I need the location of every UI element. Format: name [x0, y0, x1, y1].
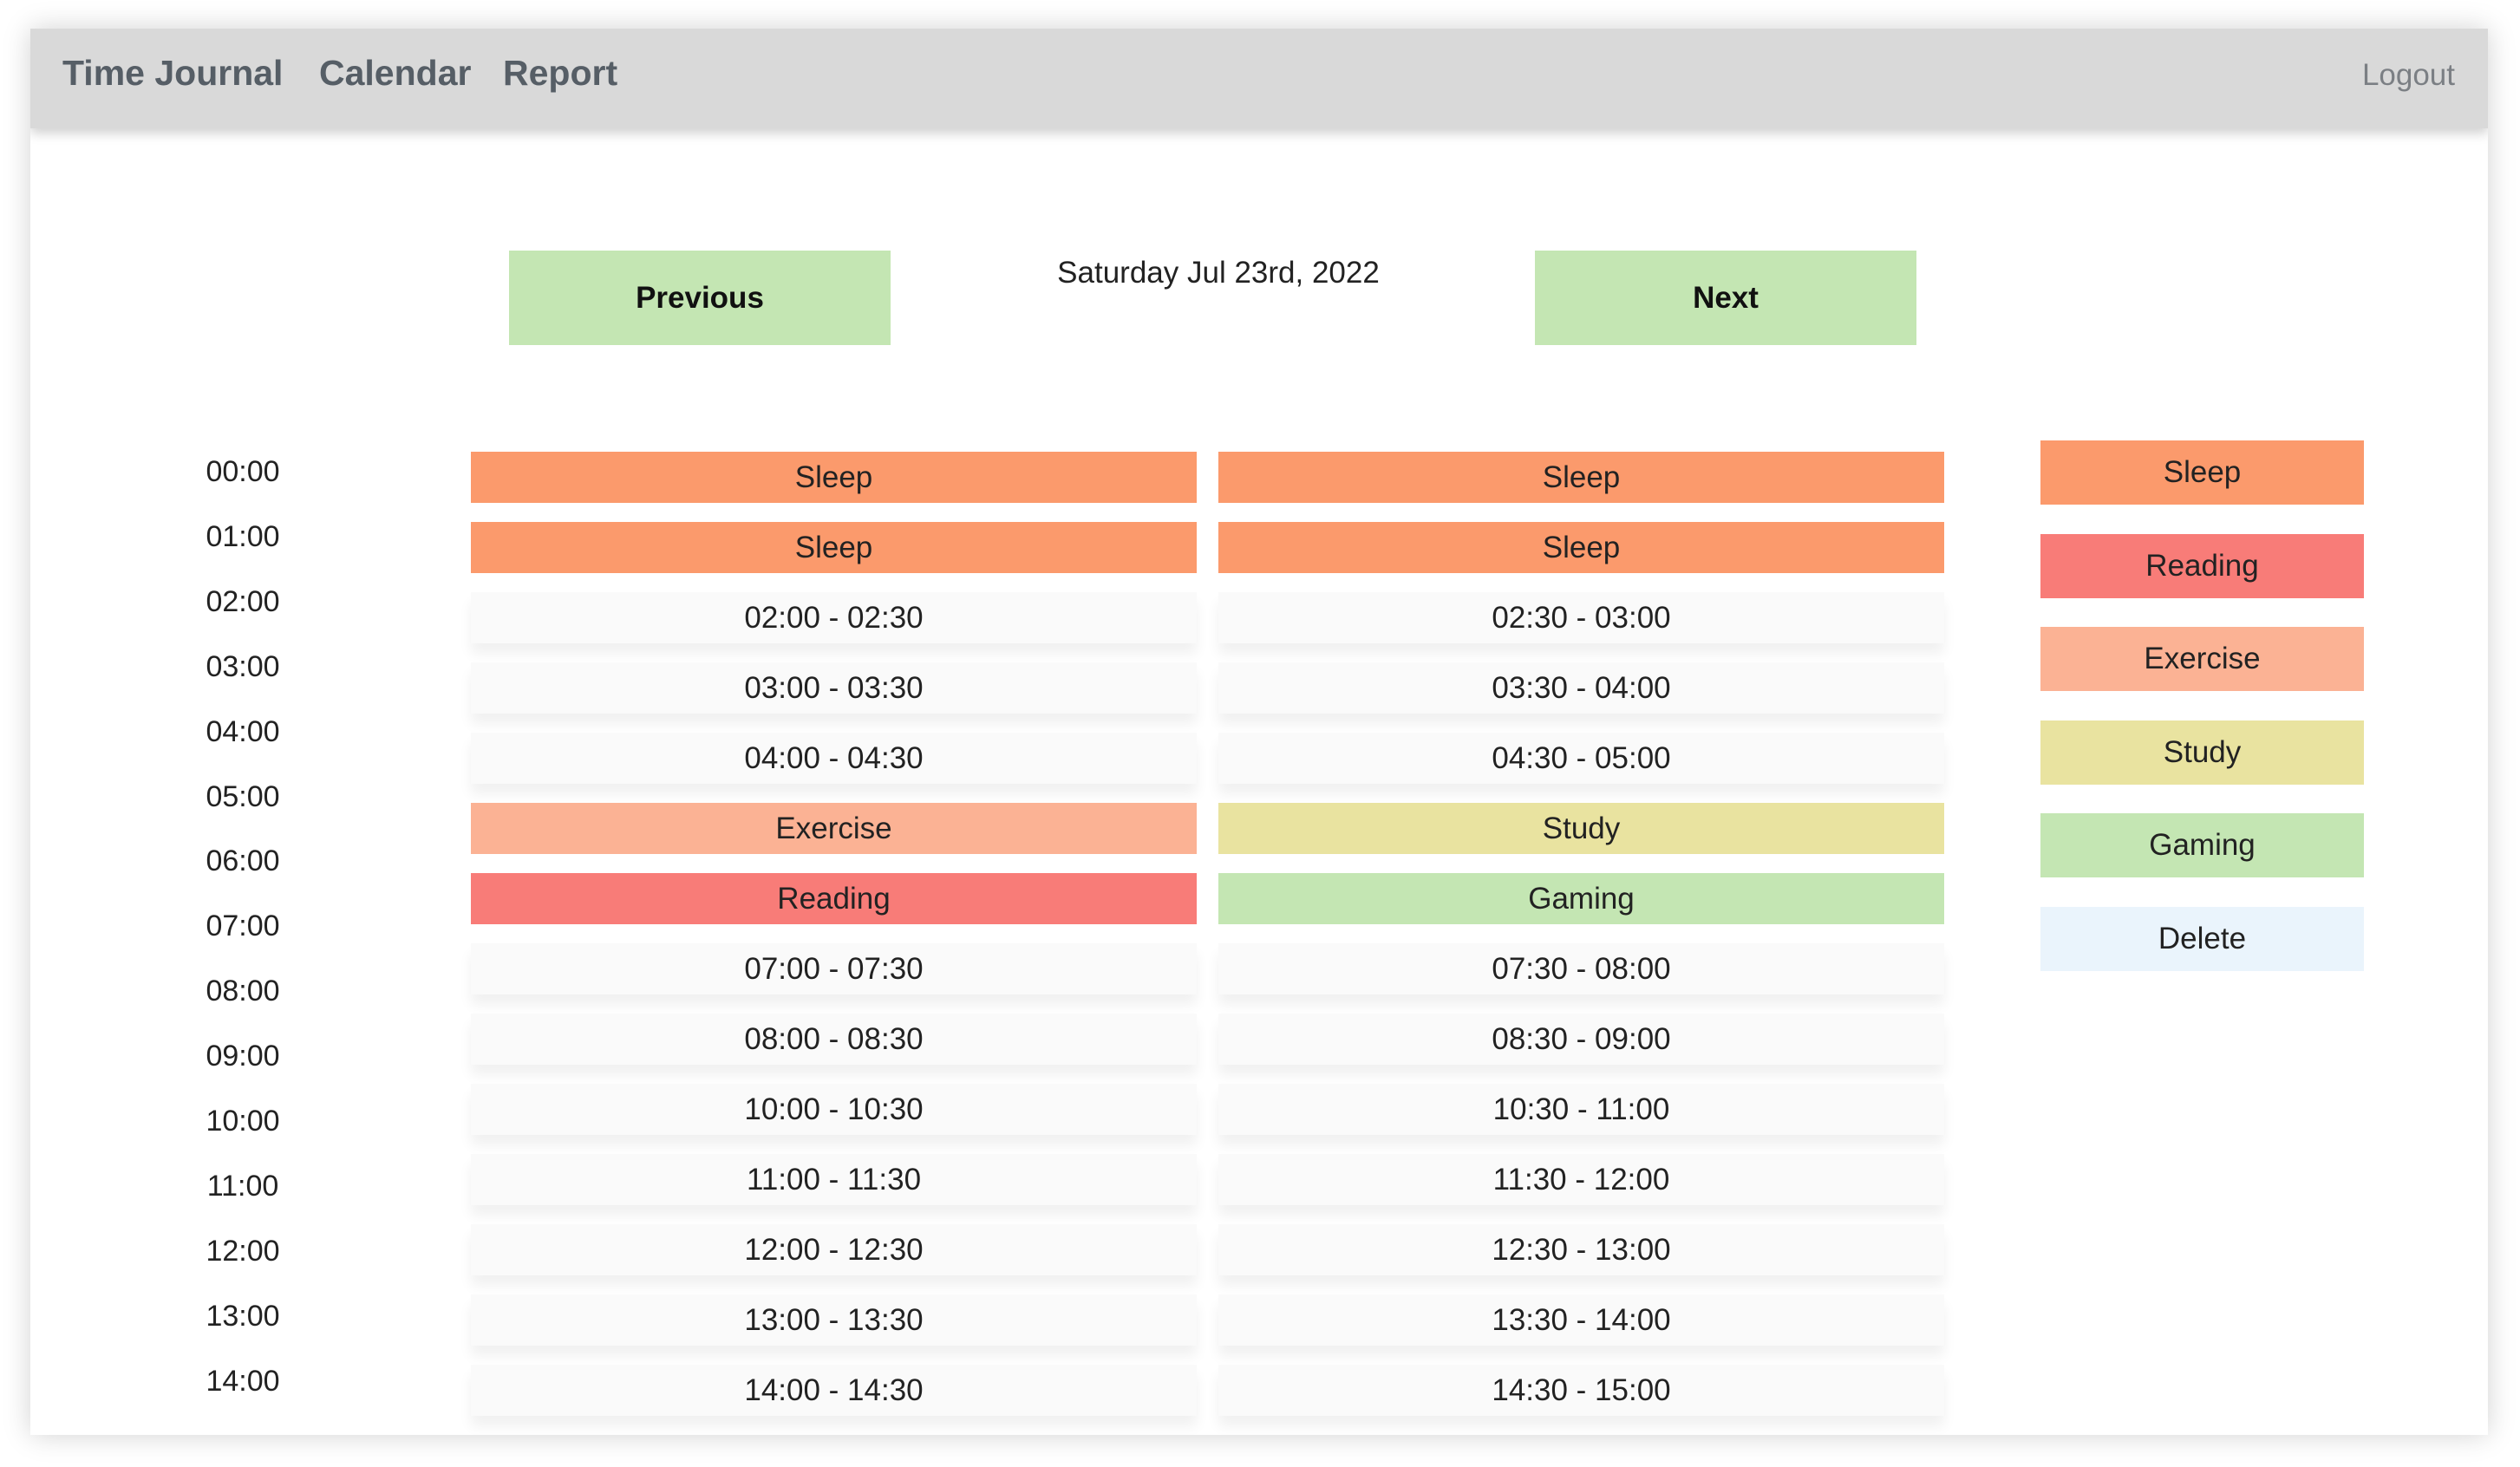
legend-delete-button[interactable]: Delete [2040, 906, 2364, 971]
empty-time-slot[interactable]: 14:00 - 14:30 [471, 1365, 1197, 1416]
empty-time-slot[interactable]: 02:00 - 02:30 [471, 592, 1197, 643]
nav-time-journal[interactable]: Time Journal [62, 53, 283, 94]
empty-time-slot[interactable]: 03:30 - 04:00 [1218, 662, 1944, 714]
activity-slot[interactable]: Sleep [1218, 452, 1944, 503]
empty-time-slot[interactable]: 14:30 - 15:00 [1218, 1365, 1944, 1416]
empty-time-slot[interactable]: 07:00 - 07:30 [471, 943, 1197, 994]
legend-exercise-button[interactable]: Exercise [2040, 627, 2364, 691]
activity-slot[interactable]: Reading [471, 873, 1197, 924]
activity-slot[interactable]: Study [1218, 803, 1944, 854]
activity-slot[interactable]: Sleep [471, 522, 1197, 573]
hour-label: 00:00 [206, 455, 280, 488]
empty-time-slot[interactable]: 04:00 - 04:30 [471, 733, 1197, 784]
empty-time-slot[interactable]: 07:30 - 08:00 [1218, 943, 1944, 994]
hour-label: 04:00 [206, 714, 280, 748]
next-button[interactable]: Next [1535, 251, 1916, 345]
empty-time-slot[interactable]: 10:00 - 10:30 [471, 1084, 1197, 1135]
top-navbar: Time Journal Calendar Report Logout [30, 29, 2488, 128]
empty-time-slot[interactable]: 12:00 - 12:30 [471, 1224, 1197, 1275]
hour-label: 01:00 [206, 519, 280, 553]
hour-label: 10:00 [206, 1105, 280, 1138]
legend-study-button[interactable]: Study [2040, 720, 2364, 785]
hour-label: 11:00 [206, 1169, 279, 1203]
nav-calendar[interactable]: Calendar [319, 53, 471, 94]
legend-sleep-button[interactable]: Sleep [2040, 440, 2364, 505]
activity-slot[interactable]: Sleep [1218, 522, 1944, 573]
hour-label: 06:00 [206, 844, 280, 878]
legend-gaming-button[interactable]: Gaming [2040, 813, 2364, 877]
hour-label: 13:00 [206, 1299, 280, 1333]
empty-time-slot[interactable]: 02:30 - 03:00 [1218, 592, 1944, 643]
empty-time-slot[interactable]: 04:30 - 05:00 [1218, 733, 1944, 784]
hour-label: 09:00 [206, 1040, 280, 1073]
empty-time-slot[interactable]: 11:30 - 12:00 [1218, 1154, 1944, 1205]
hour-label: 05:00 [206, 779, 280, 813]
logout-link[interactable]: Logout [2362, 58, 2455, 93]
empty-time-slot[interactable]: 08:30 - 09:00 [1218, 1014, 1944, 1065]
hour-label: 03:00 [206, 649, 280, 683]
hour-label: 08:00 [206, 975, 280, 1008]
empty-time-slot[interactable]: 13:30 - 14:00 [1218, 1294, 1944, 1346]
nav-report[interactable]: Report [503, 53, 617, 94]
hour-label: 02:00 [206, 584, 280, 618]
activity-slot[interactable]: Sleep [471, 452, 1197, 503]
activity-slot[interactable]: Gaming [1218, 873, 1944, 924]
previous-button[interactable]: Previous [509, 251, 891, 345]
activity-slot[interactable]: Exercise [471, 803, 1197, 854]
empty-time-slot[interactable]: 12:30 - 13:00 [1218, 1224, 1944, 1275]
empty-time-slot[interactable]: 11:00 - 11:30 [471, 1154, 1197, 1205]
hour-label: 14:00 [206, 1364, 280, 1398]
current-date: Saturday Jul 23rd, 2022 [1057, 256, 1380, 290]
empty-time-slot[interactable]: 08:00 - 08:30 [471, 1014, 1197, 1065]
hour-label: 12:00 [206, 1234, 280, 1268]
empty-time-slot[interactable]: 10:30 - 11:00 [1218, 1084, 1944, 1135]
app-window: Time Journal Calendar Report Logout Prev… [30, 29, 2488, 1435]
empty-time-slot[interactable]: 13:00 - 13:30 [471, 1294, 1197, 1346]
legend-reading-button[interactable]: Reading [2040, 533, 2364, 598]
hour-label: 07:00 [206, 910, 280, 943]
empty-time-slot[interactable]: 03:00 - 03:30 [471, 662, 1197, 714]
